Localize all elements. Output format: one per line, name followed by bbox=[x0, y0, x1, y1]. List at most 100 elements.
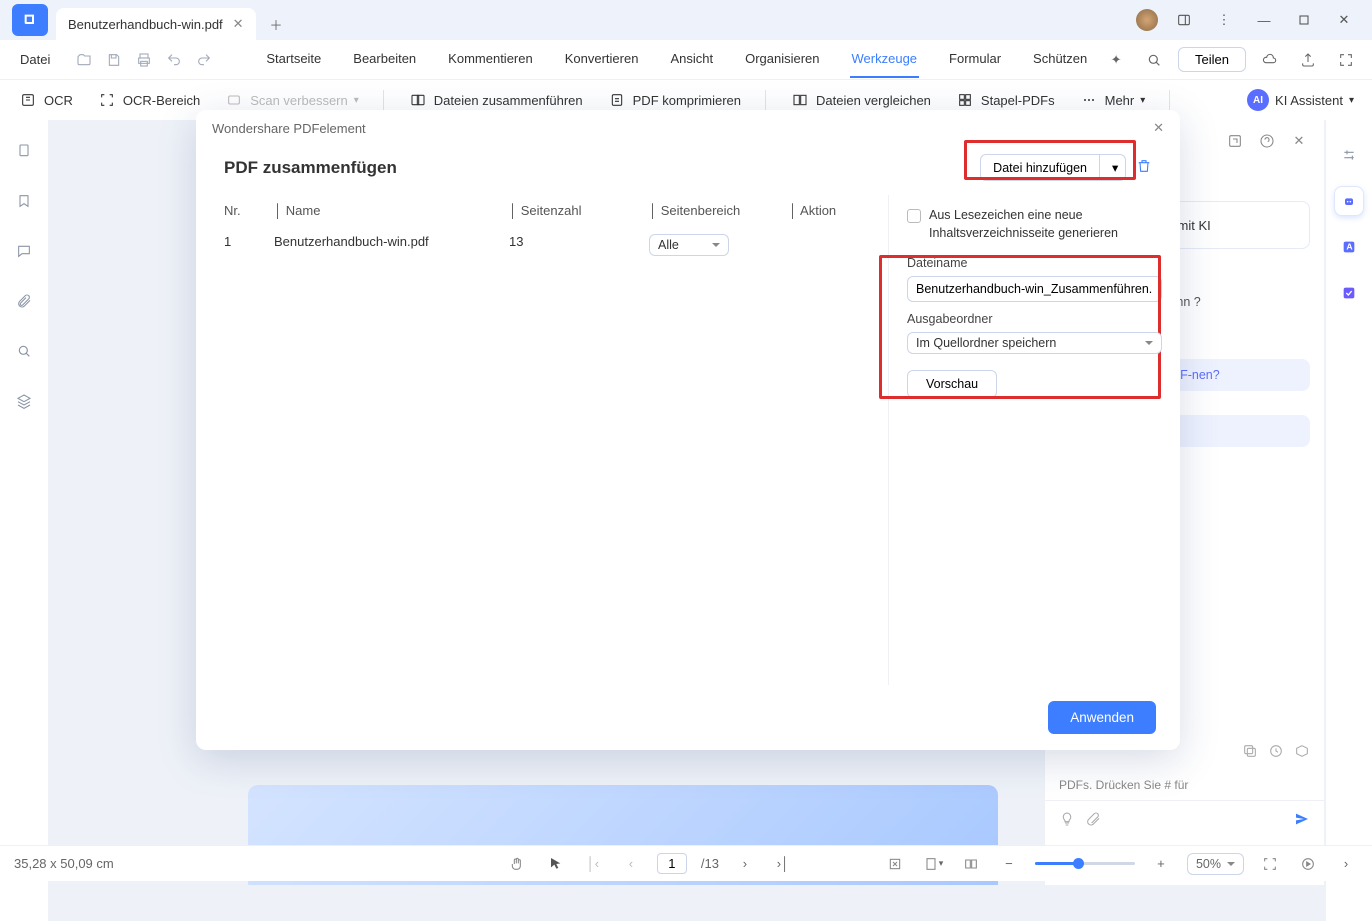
undo-icon[interactable] bbox=[160, 46, 188, 74]
send-icon[interactable] bbox=[1294, 811, 1310, 830]
enhance-scan-label: Scan verbessern bbox=[250, 93, 348, 108]
tab-bearbeiten[interactable]: Bearbeiten bbox=[351, 41, 418, 78]
separator bbox=[1169, 90, 1170, 110]
more-tool[interactable]: Mehr ▾ bbox=[1079, 90, 1146, 110]
first-page-icon[interactable]: │‹ bbox=[581, 852, 605, 876]
ocr-tool[interactable]: OCR bbox=[18, 90, 73, 110]
ocr-area-tool[interactable]: OCR-Bereich bbox=[97, 90, 200, 110]
lightbulb-icon[interactable] bbox=[1059, 811, 1075, 830]
zoom-in-icon[interactable]: + bbox=[1149, 852, 1173, 876]
preview-button[interactable]: Vorschau bbox=[907, 370, 997, 398]
col-pages: Seitenzahl bbox=[521, 203, 582, 218]
apply-button[interactable]: Anwenden bbox=[1048, 701, 1156, 734]
minimize-button[interactable]: — bbox=[1250, 6, 1278, 34]
fit-width-icon[interactable] bbox=[1258, 852, 1282, 876]
batch-tool[interactable]: Stapel-PDFs bbox=[955, 90, 1055, 110]
tab-formular[interactable]: Formular bbox=[947, 41, 1003, 78]
prev-page-icon[interactable]: ‹ bbox=[619, 852, 643, 876]
ai-robot-icon[interactable] bbox=[1334, 186, 1364, 216]
fullscreen-icon[interactable] bbox=[1332, 47, 1360, 73]
tab-organisieren[interactable]: Organisieren bbox=[743, 41, 821, 78]
compare-label: Dateien vergleichen bbox=[816, 93, 931, 108]
trash-icon[interactable] bbox=[1136, 158, 1152, 177]
tab-schuetzen[interactable]: Schützen bbox=[1031, 41, 1089, 78]
zoom-slider[interactable] bbox=[1035, 862, 1135, 865]
bookmark-checkbox-label: Aus Lesezeichen eine neue Inhaltsverzeic… bbox=[929, 207, 1162, 242]
cloud-icon[interactable] bbox=[1256, 47, 1284, 73]
search-sidebar-icon[interactable] bbox=[13, 340, 35, 362]
add-file-label[interactable]: Datei hinzufügen bbox=[980, 154, 1100, 181]
panel-icon[interactable] bbox=[1170, 6, 1198, 34]
ai-assistant-tool[interactable]: AIKI Assistent ▾ bbox=[1247, 89, 1354, 111]
add-file-dropdown[interactable]: ▾ bbox=[1100, 154, 1126, 181]
zoom-select[interactable]: 50% bbox=[1187, 853, 1244, 875]
compress-tool[interactable]: PDF komprimieren bbox=[607, 90, 741, 110]
file-menu[interactable]: Datei bbox=[12, 48, 58, 71]
col-range: Seitenbereich bbox=[661, 203, 741, 218]
next-page-icon[interactable]: › bbox=[733, 852, 757, 876]
read-mode-icon[interactable] bbox=[959, 852, 983, 876]
tab-ansicht[interactable]: Ansicht bbox=[668, 41, 715, 78]
dialog-close-button[interactable]: ✕ bbox=[1153, 120, 1164, 136]
sparkle-icon[interactable]: ✦ bbox=[1102, 47, 1130, 73]
tab-werkzeuge[interactable]: Werkzeuge bbox=[850, 41, 920, 78]
select-tool-icon[interactable] bbox=[543, 852, 567, 876]
open-icon[interactable] bbox=[70, 46, 98, 74]
expand-right-icon[interactable]: › bbox=[1334, 852, 1358, 876]
ai-assistant-label: KI Assistent bbox=[1275, 93, 1343, 108]
add-file-button[interactable]: Datei hinzufügen ▾ bbox=[980, 154, 1126, 181]
last-page-icon[interactable]: ›│ bbox=[771, 852, 795, 876]
left-sidebar bbox=[0, 120, 48, 921]
bookmark-checkbox-row[interactable]: Aus Lesezeichen eine neue Inhaltsverzeic… bbox=[907, 207, 1162, 242]
compare-tool[interactable]: Dateien vergleichen bbox=[790, 90, 931, 110]
kebab-menu-icon[interactable]: ⋮ bbox=[1210, 6, 1238, 34]
redo-icon[interactable] bbox=[190, 46, 218, 74]
maximize-button[interactable] bbox=[1290, 6, 1318, 34]
print-icon[interactable] bbox=[130, 46, 158, 74]
menubar: Datei Startseite Bearbeiten Kommentieren… bbox=[0, 40, 1372, 80]
settings-sliders-icon[interactable] bbox=[1334, 140, 1364, 170]
thumbnails-icon[interactable] bbox=[13, 140, 35, 162]
search-icon[interactable] bbox=[1140, 47, 1168, 73]
translate-icon[interactable]: A bbox=[1334, 232, 1364, 262]
comments-icon[interactable] bbox=[13, 240, 35, 262]
ai-badge-icon: AI bbox=[1247, 89, 1269, 111]
view-mode-icon[interactable]: ▾ bbox=[921, 852, 945, 876]
filename-input[interactable] bbox=[907, 276, 1162, 302]
tab-konvertieren[interactable]: Konvertieren bbox=[563, 41, 641, 78]
document-tab[interactable]: Benutzerhandbuch-win.pdf ✕ bbox=[56, 8, 256, 40]
ai-copy-icon[interactable] bbox=[1242, 743, 1258, 762]
user-avatar[interactable] bbox=[1136, 9, 1158, 31]
hand-tool-icon[interactable] bbox=[505, 852, 529, 876]
output-folder-select[interactable]: Im Quellordner speichern bbox=[907, 332, 1162, 354]
ai-close-icon[interactable]: ✕ bbox=[1288, 130, 1310, 152]
page-range-select[interactable]: Alle bbox=[649, 234, 729, 256]
share-button[interactable]: Teilen bbox=[1178, 47, 1246, 72]
output-folder-label: Ausgabeordner bbox=[907, 312, 1162, 326]
tab-startseite[interactable]: Startseite bbox=[264, 41, 323, 78]
ai-expand-icon[interactable] bbox=[1224, 130, 1246, 152]
tab-kommentieren[interactable]: Kommentieren bbox=[446, 41, 535, 78]
upload-icon[interactable] bbox=[1294, 47, 1322, 73]
batch-label: Stapel-PDFs bbox=[981, 93, 1055, 108]
table-row[interactable]: 1 Benutzerhandbuch-win.pdf 13 Alle bbox=[224, 226, 878, 264]
presentation-icon[interactable] bbox=[1296, 852, 1320, 876]
attach-icon[interactable] bbox=[1085, 811, 1101, 830]
bookmarks-icon[interactable] bbox=[13, 190, 35, 212]
ai-history-icon[interactable] bbox=[1268, 743, 1284, 762]
checkbox-icon[interactable] bbox=[907, 209, 921, 223]
add-tab-button[interactable]: ＋ bbox=[262, 10, 290, 38]
close-window-button[interactable]: ✕ bbox=[1330, 6, 1358, 34]
fit-page-icon[interactable] bbox=[883, 852, 907, 876]
layers-icon[interactable] bbox=[13, 390, 35, 412]
current-page-input[interactable] bbox=[657, 853, 687, 874]
ai-settings-icon[interactable] bbox=[1294, 743, 1310, 762]
close-tab-icon[interactable]: ✕ bbox=[233, 16, 244, 32]
app-logo[interactable] bbox=[12, 4, 48, 36]
save-icon[interactable] bbox=[100, 46, 128, 74]
check-badge-icon[interactable] bbox=[1334, 278, 1364, 308]
ai-help-icon[interactable] bbox=[1256, 130, 1278, 152]
zoom-out-icon[interactable]: − bbox=[997, 852, 1021, 876]
combine-files-tool[interactable]: Dateien zusammenführen bbox=[408, 90, 583, 110]
attachments-icon[interactable] bbox=[13, 290, 35, 312]
